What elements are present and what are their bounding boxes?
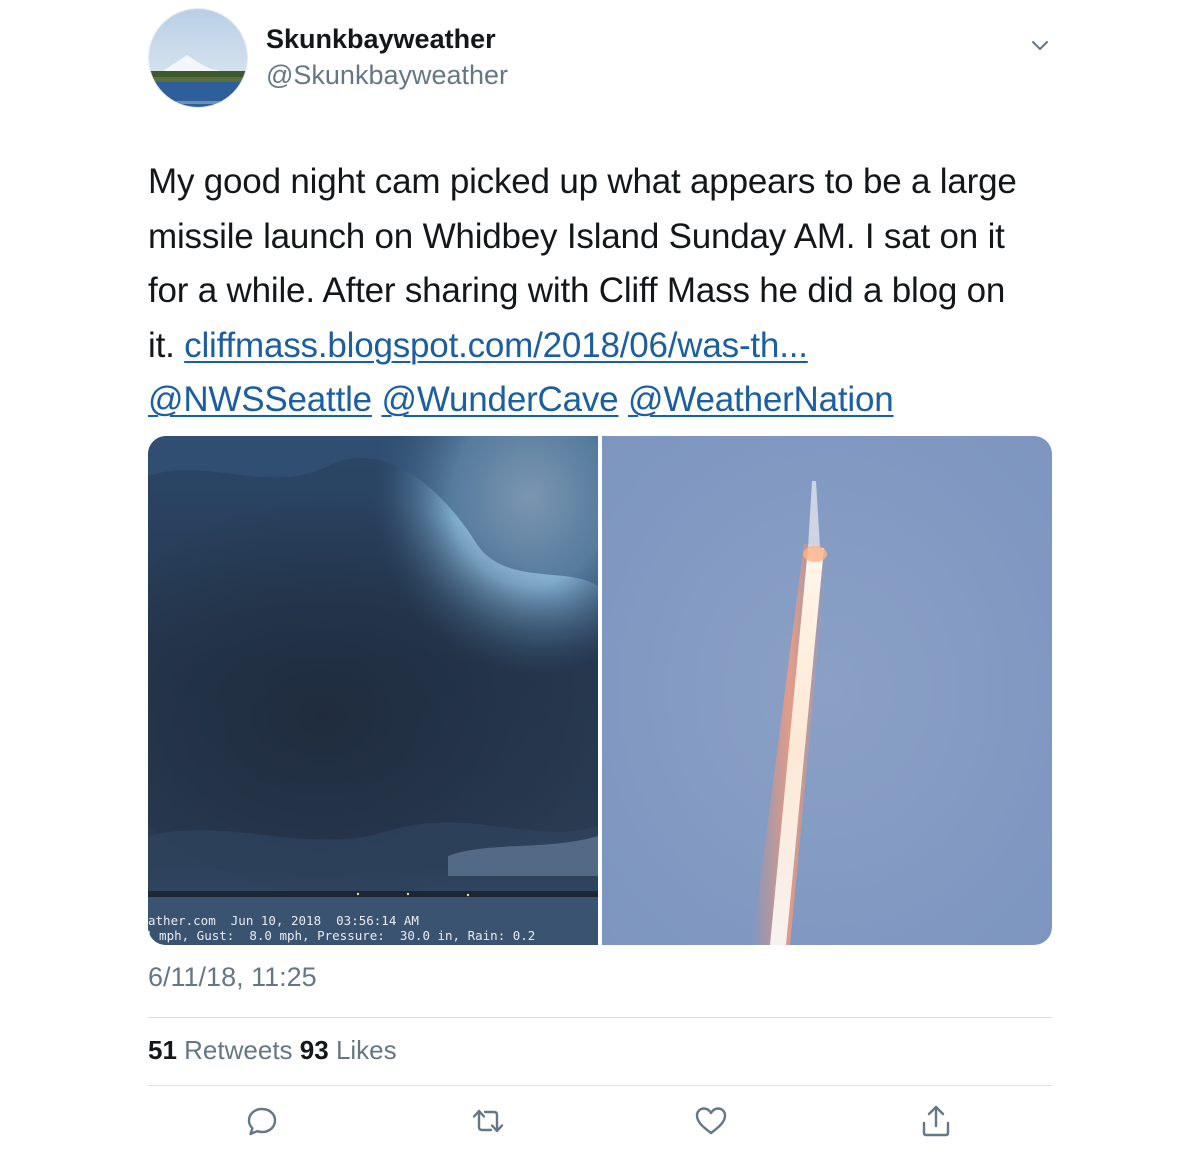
action-bar: [0, 1103, 1200, 1139]
tweet-text-prefix: it.: [148, 325, 185, 365]
blog-link[interactable]: cliffmass.blogspot.com/2018/06/was-th...: [184, 326, 808, 365]
chevron-down-icon[interactable]: [1028, 34, 1052, 58]
retweet-icon[interactable]: [470, 1103, 506, 1139]
divider: [148, 1085, 1052, 1086]
avatar[interactable]: [148, 8, 248, 108]
tweet-stats: 51 Retweets 93 Likes: [148, 1035, 397, 1066]
retweets-count: 51: [148, 1035, 177, 1065]
divider: [148, 1017, 1052, 1018]
mentions-line: @NWSSeattle @WunderCave @WeatherNation: [148, 373, 1052, 428]
cam-overlay: ather.com Jun 10, 2018 03:56:14 AM 4 mph…: [148, 911, 598, 945]
likes-count: 93: [299, 1035, 329, 1065]
reply-icon[interactable]: [244, 1103, 280, 1139]
tweet-text-line: My good night cam picked up what appears…: [148, 162, 1017, 201]
tweet-timestamp[interactable]: 6/11/18, 11:25: [148, 962, 317, 993]
cam-overlay-line2: 4 mph, Gust: 8.0 mph, Pressure: 30.0 in,…: [148, 928, 536, 943]
tweet-text-line: it. cliffmass.blogspot.com/2018/06/was-t…: [148, 319, 1052, 374]
mention-wundercave[interactable]: @WunderCave: [381, 380, 618, 419]
media-grid: ather.com Jun 10, 2018 03:56:14 AM 4 mph…: [148, 436, 1052, 945]
photo-missile-trail[interactable]: [602, 436, 1052, 945]
likes-stat[interactable]: 93 Likes: [300, 1035, 397, 1065]
mention-weathernation[interactable]: @WeatherNation: [628, 380, 894, 419]
retweets-label: Retweets: [184, 1035, 293, 1065]
retweets-stat[interactable]: 51 Retweets: [148, 1035, 293, 1065]
tweet-header: Skunkbayweather @Skunkbayweather: [148, 8, 1052, 108]
tweet-text: My good night cam picked up what appears…: [148, 155, 1052, 428]
cam-overlay-line1: ather.com Jun 10, 2018 03:56:14 AM: [148, 913, 419, 928]
user-handle[interactable]: @Skunkbayweather: [266, 60, 508, 91]
likes-label: Likes: [335, 1035, 397, 1065]
share-icon[interactable]: [918, 1103, 954, 1139]
tweet-text-line: missile launch on Whidbey Island Sunday …: [148, 216, 1005, 256]
tweet-text-line: for a while. After sharing with Cliff Ma…: [148, 271, 1006, 310]
mention-nwsseattle[interactable]: @NWSSeattle: [148, 380, 372, 419]
photo-clouds[interactable]: ather.com Jun 10, 2018 03:56:14 AM 4 mph…: [148, 436, 598, 945]
display-name[interactable]: Skunkbayweather: [266, 24, 496, 55]
like-icon[interactable]: [693, 1103, 729, 1139]
